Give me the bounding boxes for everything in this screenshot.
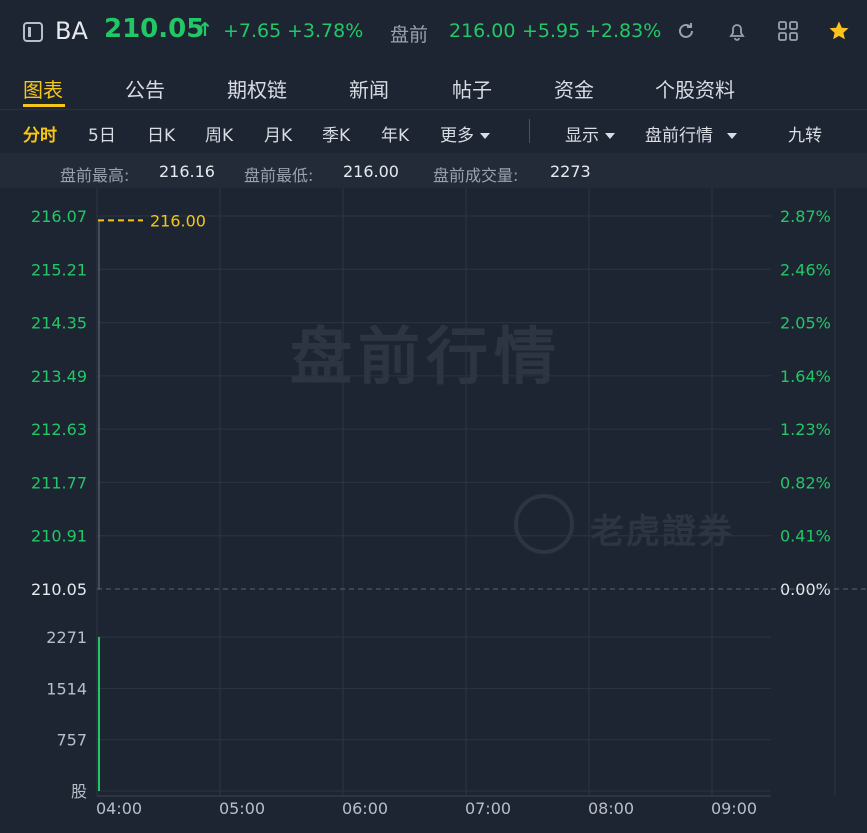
period-intraday[interactable]: 分时	[23, 121, 57, 146]
period-yearly-k[interactable]: 年K	[381, 121, 409, 146]
price-tick-label: 213.49	[31, 367, 87, 386]
percent-tick-label: 0.82%	[780, 473, 831, 492]
active-tab-indicator	[23, 104, 65, 107]
volume-tick-label: 1514	[46, 679, 87, 698]
premarket-low-label: 盘前最低:	[244, 166, 314, 185]
tab-capital-flow[interactable]: 资金	[554, 74, 594, 103]
premarket-high-label: 盘前最高:	[60, 166, 130, 185]
premarket-low-value: 216.00	[343, 162, 399, 181]
nine-turn-indicator[interactable]: 九转	[788, 121, 822, 146]
premarket-change: +5.95	[522, 20, 581, 42]
tab-company-profile[interactable]: 个股资料	[655, 74, 735, 103]
premarket-price: 216.00	[449, 20, 516, 42]
percent-tick-label: 0.41%	[780, 527, 831, 546]
volume-tick-label: 2271	[46, 628, 87, 647]
tab-announcements[interactable]: 公告	[125, 74, 165, 103]
premarket-volume-value: 2273	[550, 162, 591, 181]
price-tick-label: 210.05	[31, 580, 87, 599]
chart-canvas: 216.07 2.87% 215.21 2.46% 214.35 2.05% 213.49 1…	[31, 188, 867, 818]
premarket-stats-bar: 盘前最高: 216.16 盘前最低: 216.00 盘前成交量: 2273	[0, 153, 867, 188]
time-tick-label: 09:00	[711, 799, 757, 818]
period-monthly-k[interactable]: 月K	[264, 121, 292, 146]
period-selector: 分时 5日 日K 周K 月K 季K 年K 更多 显示 盘前行情 九转	[0, 111, 867, 151]
time-tick-label: 06:00	[342, 799, 388, 818]
intraday-chart[interactable]: 盘前行情 老虎證券 216.07 2.87% 215.21 2.46% 214.35 2.…	[0, 188, 867, 833]
time-tick-label: 08:00	[588, 799, 634, 818]
grid-icon[interactable]	[777, 20, 799, 42]
detail-tabs: 图表 公告 期权链 新闻 帖子 资金 个股资料	[0, 62, 867, 110]
percent-tick-label: 2.05%	[780, 314, 831, 333]
price-tick-label: 212.63	[31, 420, 87, 439]
percent-tick-label: 2.87%	[780, 207, 831, 226]
time-tick-label: 07:00	[465, 799, 511, 818]
toolbar-divider	[529, 119, 530, 143]
price-tick-label: 216.07	[31, 207, 87, 226]
price-change-percent: +3.78%	[287, 20, 364, 42]
time-tick-label: 04:00	[96, 799, 142, 818]
sidebar-toggle-icon[interactable]	[23, 22, 43, 42]
chevron-down-icon	[727, 133, 737, 139]
ticker-symbol: BA	[55, 17, 88, 45]
premarket-volume-label: 盘前成交量:	[433, 166, 519, 185]
up-arrow-icon: ↑	[197, 19, 213, 41]
price-tick-label: 215.21	[31, 260, 87, 279]
more-periods-dropdown[interactable]: 更多	[440, 121, 490, 146]
price-tick-label: 214.35	[31, 314, 87, 333]
chevron-down-icon	[605, 133, 615, 139]
volume-tick-label: 股	[71, 782, 87, 801]
more-periods-label: 更多	[440, 126, 474, 146]
period-quarterly-k[interactable]: 季K	[322, 121, 350, 146]
percent-tick-label: 1.23%	[780, 420, 831, 439]
premarket-high-value: 216.16	[159, 162, 215, 181]
display-label: 显示	[565, 126, 599, 146]
refresh-icon[interactable]	[675, 20, 697, 42]
current-price-label: 216.00	[150, 211, 206, 230]
period-weekly-k[interactable]: 周K	[205, 121, 233, 146]
period-5day[interactable]: 5日	[88, 121, 116, 146]
price-tick-label: 210.91	[31, 527, 87, 546]
percent-tick-label: 2.46%	[780, 260, 831, 279]
premarket-label: 盘前	[390, 24, 429, 46]
premarket-quote-dropdown[interactable]: 盘前行情	[645, 121, 737, 146]
quote-header: BA 210.05 ↑ +7.65 +3.78% 盘前 216.00 +5.95…	[0, 0, 867, 62]
display-dropdown[interactable]: 显示	[565, 121, 615, 146]
tab-news[interactable]: 新闻	[349, 74, 389, 103]
period-daily-k[interactable]: 日K	[147, 121, 175, 146]
chevron-down-icon	[480, 133, 490, 139]
tab-chart[interactable]: 图表	[23, 74, 63, 103]
time-tick-label: 05:00	[219, 799, 265, 818]
last-price: 210.05	[104, 14, 205, 44]
star-icon[interactable]	[828, 20, 850, 42]
price-tick-label: 211.77	[31, 473, 87, 492]
percent-tick-label: 1.64%	[780, 367, 831, 386]
percent-tick-label: 0.00%	[780, 580, 831, 599]
tab-options-chain[interactable]: 期权链	[227, 74, 287, 103]
premarket-change-percent: +2.83%	[585, 20, 662, 42]
tab-posts[interactable]: 帖子	[452, 74, 492, 103]
premarket-quote-label: 盘前行情	[645, 126, 713, 146]
price-change: +7.65	[223, 20, 282, 42]
volume-tick-label: 757	[56, 731, 87, 750]
bell-icon[interactable]	[726, 20, 748, 42]
